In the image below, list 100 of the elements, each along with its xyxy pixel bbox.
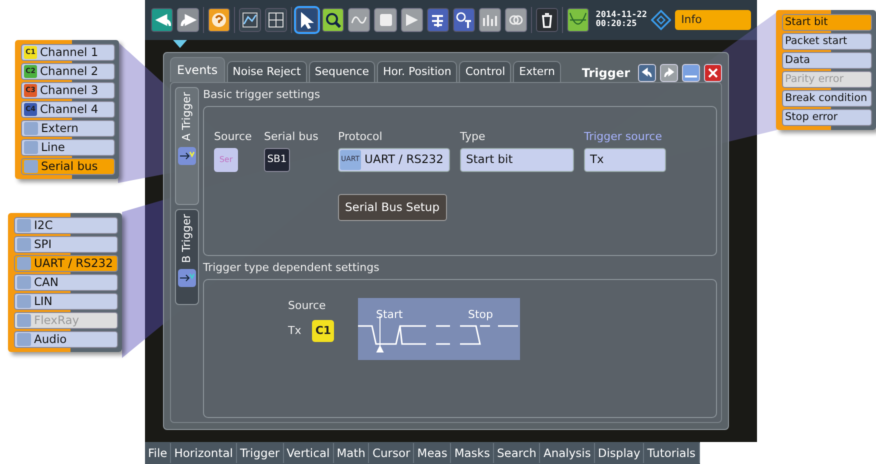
field-label: Source [214,128,253,144]
option-label: FlexRay [34,312,80,329]
back-button[interactable] [638,64,656,82]
menu-item[interactable]: Tutorials [644,443,700,463]
menu-option[interactable]: I2C [14,217,118,234]
start-label: Start [376,308,404,321]
option-label: Channel 3 [40,82,98,99]
menu-item[interactable]: Horizontal [171,443,237,463]
side-tab[interactable]: B Trigger [175,209,199,305]
dialog-tab[interactable]: Extern [513,60,561,82]
pointer-icon [298,11,316,29]
dialog-tab[interactable]: Events [170,57,225,82]
trigger-edge-icon [179,150,195,162]
dialog-tab[interactable]: Control [459,60,512,82]
menu-item[interactable]: Analysis [540,443,595,463]
toolbar-button[interactable] [265,8,288,32]
redo-arrow-icon [179,11,198,29]
menu-option[interactable]: Line [21,139,115,156]
forward-button[interactable] [660,64,678,82]
field-label: Type [460,128,486,144]
menu-item[interactable]: Display [594,443,644,463]
menu-option[interactable]: Break condition [782,90,872,107]
menu-option[interactable]: SPI [14,236,118,253]
serial-bus-field[interactable]: SB1 [264,148,290,172]
protocol-value: UART / RS232 [364,151,444,168]
toolbar-button[interactable] [426,8,449,32]
source-icon [24,122,38,135]
channel-button[interactable]: C1 [312,320,334,342]
option-label: Channel 2 [40,62,98,80]
trigger-source-dropdown[interactable]: Tx [584,148,666,172]
menu-item[interactable]: Vertical [284,443,334,463]
toolbar-button[interactable] [536,8,558,32]
protocol-icon [17,276,31,289]
toolbar-button[interactable] [239,8,262,32]
section-heading: Basic trigger settings [203,87,322,103]
option-label: I2C [34,216,53,234]
toolbar-button[interactable] [322,8,344,32]
chart-icon [241,11,260,29]
type-dropdown[interactable]: Start bit [460,148,574,172]
protocol-icon [17,314,31,327]
menu-item[interactable]: Masks [451,443,494,463]
option-label: UART / RS232 [34,254,113,272]
field-label: Serial bus [264,128,320,144]
dialog-tab[interactable]: Sequence [308,60,376,82]
info-dropdown[interactable]: Info [675,10,751,30]
menu-option[interactable]: Packet start [782,33,872,50]
menu-item[interactable]: Meas [414,443,452,463]
diamond-logo-icon [650,9,672,31]
option-label: Serial bus [41,158,98,175]
serial-source-icon: Ser [214,148,238,172]
minimize-button[interactable] [682,64,700,82]
option-label: Break condition [785,90,868,106]
grid-icon [267,11,286,29]
option-label: Data [785,52,810,68]
side-tab[interactable]: A Trigger [175,87,199,205]
source-icon [24,160,38,173]
menu-option[interactable]: Data [782,52,872,69]
menu-option[interactable]: UART / RS232 [14,255,118,272]
menu-option[interactable]: Audio [14,331,118,348]
setup-button[interactable]: Serial Bus Setup [338,194,446,221]
menu-option[interactable]: Stop error [782,109,872,126]
menu-option[interactable]: Serial bus [21,158,115,175]
menu-item[interactable]: Cursor [369,443,414,463]
source-icon [24,141,38,154]
option-label: CAN [34,274,58,291]
toolbar-button[interactable] [296,8,318,32]
toolbar-button[interactable] [208,8,230,32]
toolbar-button[interactable] [151,8,174,32]
menu-option[interactable]: Start bit [782,14,872,31]
dialog-title: Trigger [582,65,630,82]
search-icon [324,11,342,29]
time-label: 00:20:25 [596,20,638,29]
close-button[interactable] [704,64,722,82]
menu-option[interactable]: Extern [21,120,115,137]
menu-item[interactable]: Trigger [236,443,284,463]
option-label: LIN [34,292,52,310]
back-arrow-icon [640,66,654,80]
toolbar-button[interactable] [452,8,475,32]
protocol-icon [17,295,31,308]
field-label: Trigger source [584,128,663,144]
menu-item[interactable]: Math [334,443,370,463]
menu-option[interactable]: LIN [14,293,118,310]
dialog-tab[interactable]: Noise Reject [226,60,307,82]
undo-arrow-icon [153,11,172,29]
close-icon [706,66,720,80]
protocol-icon [17,257,31,270]
protocol-icon [17,219,31,232]
protocol-icon [17,333,31,346]
menu-item[interactable]: File [145,443,172,463]
dialog-tab[interactable]: Hor. Position [377,60,458,82]
menu-item[interactable]: Search [494,443,540,463]
protocol-icon [17,238,31,251]
forward-arrow-icon [662,66,676,80]
minimize-icon [685,74,697,78]
stop-label: Stop [468,308,494,321]
option-label: Audio [34,330,67,348]
option-label: SPI [34,236,52,253]
option-label: Packet start [785,34,848,49]
menu-option[interactable]: CAN [14,274,118,291]
trigger-edge-icon [179,272,195,284]
